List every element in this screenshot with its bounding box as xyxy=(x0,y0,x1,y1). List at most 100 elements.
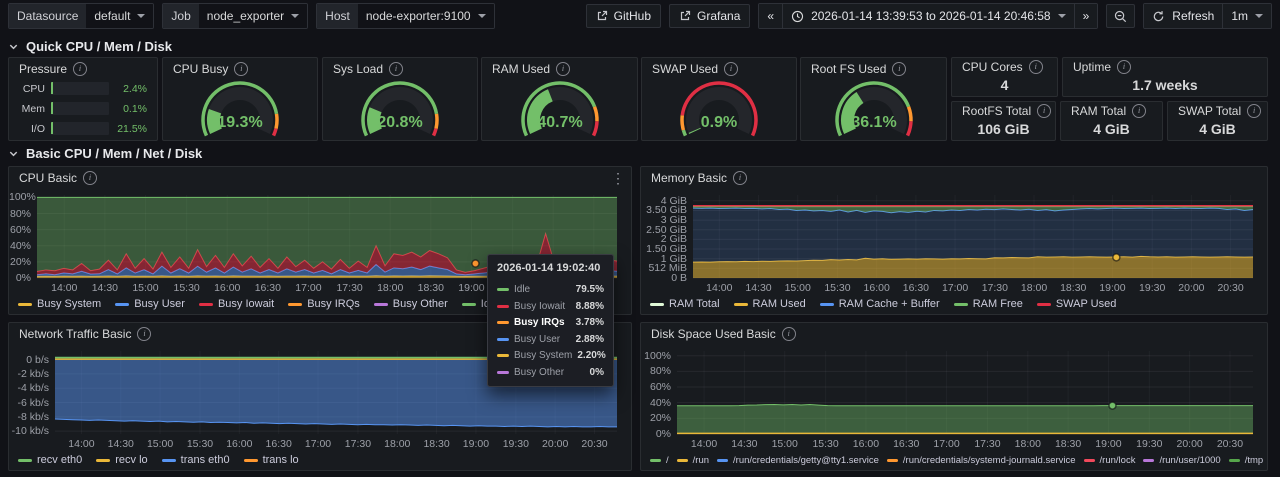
github-link-button[interactable]: GitHub xyxy=(586,4,661,28)
section-quick-cpu-mem-disk[interactable]: Quick CPU / Mem / Disk xyxy=(8,39,172,54)
y-axis-label: 100% xyxy=(9,191,31,203)
time-range-picker[interactable]: 2026-01-14 13:39:53 to 2026-01-14 20:46:… xyxy=(783,4,1075,28)
x-axis-label: 16:00 xyxy=(222,438,256,450)
legend-item[interactable]: recv lo xyxy=(96,454,147,466)
legend-swatch xyxy=(1143,459,1154,462)
tooltip-timestamp: 2026-01-14 19:02:40 xyxy=(497,262,604,274)
legend-item[interactable]: recv eth0 xyxy=(18,454,82,466)
panel-title[interactable]: SWAP Total xyxy=(1178,104,1241,118)
y-axis-label: 4 GiB xyxy=(641,195,687,207)
legend-item[interactable]: RAM Free xyxy=(954,298,1023,310)
info-icon[interactable]: i xyxy=(1132,104,1146,118)
panel-title[interactable]: RAM Total xyxy=(1071,104,1126,118)
legend-item[interactable]: Busy IRQs xyxy=(288,298,360,310)
legend-item[interactable]: /run/credentials/getty@tty1.service xyxy=(717,455,879,466)
legend-item[interactable]: RAM Cache + Buffer xyxy=(820,298,940,310)
y-axis-label: 2.50 GiB xyxy=(641,224,687,236)
panel-menu-icon[interactable]: ⋮ xyxy=(611,171,625,185)
legend-item[interactable]: /run/user/1000 xyxy=(1143,455,1220,466)
x-axis-label: 19:30 xyxy=(1135,282,1169,294)
panel-title[interactable]: Uptime xyxy=(1073,60,1111,74)
legend-item[interactable]: Busy Other xyxy=(374,298,448,310)
memory-basic-chart[interactable]: 0 B512 MiB1 GiB1.50 GiB2 GiB2.50 GiB3 Gi… xyxy=(641,191,1267,294)
x-axis-label: 19:30 xyxy=(1132,438,1166,450)
info-icon[interactable]: i xyxy=(724,62,738,76)
chevron-down-icon xyxy=(8,148,19,159)
variable-datasource[interactable]: Datasource default xyxy=(8,3,154,29)
disk-space-chart[interactable]: 0%20%40%60%80%100%14:0014:3015:0015:3016… xyxy=(641,347,1267,450)
legend-item[interactable]: RAM Used xyxy=(734,298,806,310)
panel-title[interactable]: Network Traffic Basic xyxy=(19,327,131,341)
y-axis-label: 0 B xyxy=(641,272,687,284)
refresh-button[interactable]: Refresh xyxy=(1144,4,1223,28)
info-icon[interactable]: i xyxy=(733,171,747,185)
info-icon[interactable]: i xyxy=(1117,60,1131,74)
panel-title[interactable]: CPU Cores xyxy=(962,60,1023,74)
x-axis-label: 15:00 xyxy=(768,438,802,450)
legend-swatch xyxy=(954,303,968,306)
x-axis-label: 16:30 xyxy=(899,282,933,294)
zoom-out-button[interactable] xyxy=(1106,4,1135,28)
y-axis-label: 0 b/s xyxy=(9,354,49,366)
panel-title[interactable]: Memory Basic xyxy=(651,171,727,185)
info-icon[interactable]: i xyxy=(73,62,87,76)
time-range-back-button[interactable]: « xyxy=(759,4,783,28)
panel-title[interactable]: SWAP Used xyxy=(652,62,718,76)
y-axis-label: 3.50 GiB xyxy=(641,204,687,216)
info-icon[interactable]: i xyxy=(83,171,97,185)
info-icon[interactable]: i xyxy=(137,327,151,341)
info-icon[interactable]: i xyxy=(234,62,248,76)
info-icon[interactable]: i xyxy=(782,327,796,341)
panel-title[interactable]: Root FS Used xyxy=(811,62,886,76)
x-axis-label: 20:30 xyxy=(1213,438,1247,450)
variable-job[interactable]: Job node_exporter xyxy=(162,3,308,29)
legend-item[interactable]: /run/credentials/systemd-journald.servic… xyxy=(887,455,1076,466)
legend-item[interactable]: /run/lock xyxy=(1084,455,1136,466)
panel-title[interactable]: RAM Used xyxy=(492,62,550,76)
legend-item[interactable]: SWAP Used xyxy=(1037,298,1117,310)
legend-item[interactable]: trans eth0 xyxy=(162,454,230,466)
disk-space-legend: / /run/run/credentials/getty@tty1.service… xyxy=(650,455,1263,466)
x-axis-label: 18:30 xyxy=(1051,438,1085,450)
legend-item[interactable]: /tmp xyxy=(1229,455,1263,466)
panel-title[interactable]: CPU Busy xyxy=(173,62,228,76)
grafana-link-button[interactable]: Grafana xyxy=(669,4,750,28)
info-icon[interactable]: i xyxy=(1029,60,1043,74)
clock-icon xyxy=(791,10,804,23)
info-icon[interactable]: i xyxy=(1247,104,1261,118)
refresh-interval-dropdown[interactable]: 1m xyxy=(1223,4,1271,28)
panel-title[interactable]: Pressure xyxy=(19,62,67,76)
panel-memory-basic: Memory Basic i 0 B512 MiB1 GiB1.50 GiB2 G… xyxy=(640,166,1268,315)
panel-title[interactable]: Disk Space Used Basic xyxy=(651,327,776,341)
panel-title[interactable]: Sys Load xyxy=(333,62,383,76)
bar-gauge xyxy=(51,102,109,115)
x-axis-label: 14:00 xyxy=(687,438,721,450)
x-axis-label: 20:00 xyxy=(538,438,572,450)
y-axis-label: 3 GiB xyxy=(641,214,687,226)
section-basic-cpu-mem-net-disk[interactable]: Basic CPU / Mem / Net / Disk xyxy=(8,146,202,161)
legend-item[interactable]: Busy User xyxy=(115,298,185,310)
panel-root-fs-used: Root FS Usedi 36.1% xyxy=(800,57,947,141)
x-axis-label: 15:00 xyxy=(128,282,162,294)
variable-datasource-value[interactable]: default xyxy=(86,4,153,28)
panel-title[interactable]: RootFS Total xyxy=(962,104,1031,118)
panel-rootfs-total: RootFS Totali 106 GiB xyxy=(951,101,1056,141)
legend-item[interactable]: Busy Iowait xyxy=(199,298,274,310)
info-icon[interactable]: i xyxy=(892,62,906,76)
panel-cpu-cores: CPU Coresi 4 xyxy=(951,57,1058,97)
y-axis-label: 40% xyxy=(641,397,671,409)
legend-item[interactable]: / xyxy=(650,455,669,466)
variable-host[interactable]: Host node-exporter:9100 xyxy=(316,3,494,29)
legend-item[interactable]: /run xyxy=(677,455,709,466)
y-axis-label: 60% xyxy=(641,381,671,393)
legend-item[interactable]: Busy System xyxy=(18,298,101,310)
legend-item[interactable]: RAM Total xyxy=(650,298,720,310)
variable-host-value[interactable]: node-exporter:9100 xyxy=(358,4,494,28)
info-icon[interactable]: i xyxy=(1037,104,1051,118)
time-range-forward-button[interactable]: » xyxy=(1075,4,1098,28)
info-icon[interactable]: i xyxy=(389,62,403,76)
panel-title[interactable]: CPU Basic xyxy=(19,171,77,185)
legend-item[interactable]: trans lo xyxy=(244,454,299,466)
info-icon[interactable]: i xyxy=(556,62,570,76)
variable-job-value[interactable]: node_exporter xyxy=(199,4,307,28)
